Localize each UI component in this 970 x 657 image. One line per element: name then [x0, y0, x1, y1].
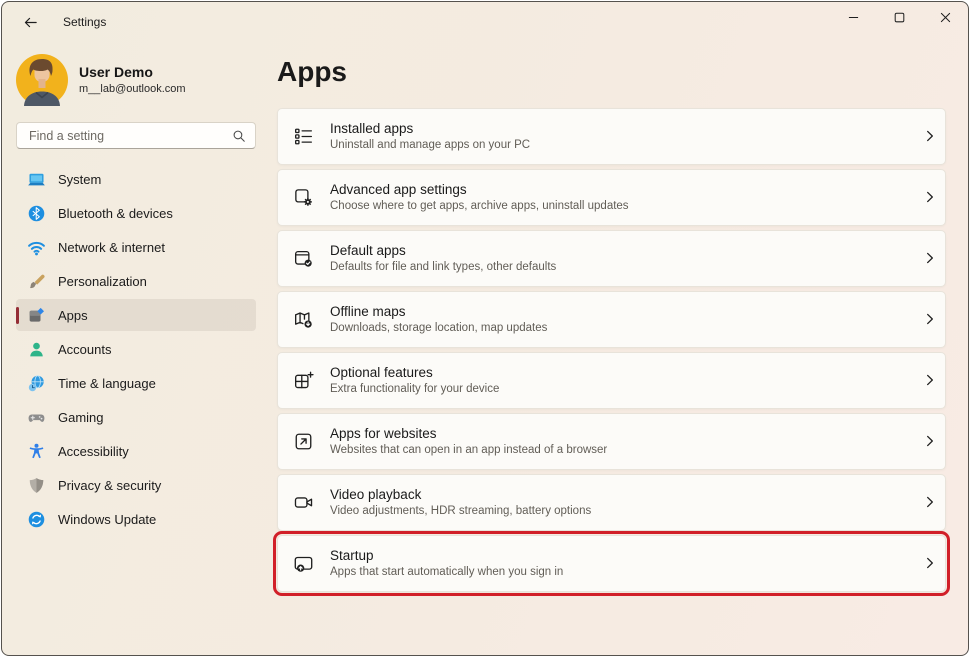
card-subtitle: Choose where to get apps, archive apps, …	[330, 200, 629, 212]
card-subtitle: Extra functionality for your device	[330, 383, 499, 395]
accounts-icon	[27, 340, 46, 359]
selected-accent-bar	[16, 307, 19, 324]
settings-card-list: Installed apps Uninstall and manage apps…	[277, 108, 946, 592]
close-button[interactable]	[922, 2, 968, 33]
card-title: Optional features	[330, 365, 499, 380]
chevron-right-icon	[925, 432, 935, 450]
sidebar-item-label: Personalization	[58, 274, 147, 289]
sidebar-item-bluetooth-devices[interactable]: Bluetooth & devices	[16, 197, 256, 229]
apps-icon	[27, 306, 46, 325]
system-icon	[27, 170, 46, 189]
card-title: Advanced app settings	[330, 182, 629, 197]
gaming-icon	[27, 408, 46, 427]
chevron-right-icon	[925, 249, 935, 267]
main-content: Apps Installed apps Uninstall and manage…	[270, 42, 968, 655]
sidebar-item-gaming[interactable]: Gaming	[16, 401, 256, 433]
optional-features-icon	[293, 370, 314, 391]
search-box	[16, 122, 256, 149]
sidebar-item-privacy-security[interactable]: Privacy & security	[16, 469, 256, 501]
settings-card-apps-for-websites[interactable]: Apps for websites Websites that can open…	[277, 413, 946, 470]
card-title: Video playback	[330, 487, 591, 502]
sidebar-item-accounts[interactable]: Accounts	[16, 333, 256, 365]
offline-maps-icon	[293, 309, 314, 330]
avatar-user-icon	[16, 54, 68, 106]
sidebar-item-apps[interactable]: Apps	[16, 299, 256, 331]
sidebar-item-label: Windows Update	[58, 512, 156, 527]
sidebar-item-system[interactable]: System	[16, 163, 256, 195]
card-title: Installed apps	[330, 121, 530, 136]
sidebar-item-label: Accounts	[58, 342, 111, 357]
accessibility-icon	[27, 442, 46, 461]
page-title: Apps	[277, 55, 946, 89]
installed-apps-icon	[293, 126, 314, 147]
personalization-icon	[27, 272, 46, 291]
sidebar-nav: System Bluetooth & devices Network & int…	[16, 163, 256, 537]
apps-for-websites-icon	[293, 431, 314, 452]
card-title: Apps for websites	[330, 426, 607, 441]
card-subtitle: Downloads, storage location, map updates	[330, 322, 547, 334]
sidebar-item-personalization[interactable]: Personalization	[16, 265, 256, 297]
sidebar-item-label: Time & language	[58, 376, 156, 391]
window-controls	[830, 2, 968, 33]
close-icon	[940, 12, 951, 23]
time-language-icon	[27, 374, 46, 393]
settings-card-startup[interactable]: Startup Apps that start automatically wh…	[277, 535, 946, 592]
card-subtitle: Defaults for file and link types, other …	[330, 261, 556, 273]
sidebar-item-accessibility[interactable]: Accessibility	[16, 435, 256, 467]
settings-window: Settings User Demo m__lab@outlook.com	[1, 1, 969, 656]
startup-icon	[293, 553, 314, 574]
default-apps-icon	[293, 248, 314, 269]
settings-card-installed-apps[interactable]: Installed apps Uninstall and manage apps…	[277, 108, 946, 165]
settings-card-video-playback[interactable]: Video playback Video adjustments, HDR st…	[277, 474, 946, 531]
bluetooth-icon	[27, 204, 46, 223]
settings-card-optional-features[interactable]: Optional features Extra functionality fo…	[277, 352, 946, 409]
chevron-right-icon	[925, 371, 935, 389]
sidebar-item-label: Network & internet	[58, 240, 165, 255]
sidebar-item-label: System	[58, 172, 101, 187]
sidebar: User Demo m__lab@outlook.com System B	[2, 42, 270, 655]
privacy-icon	[27, 476, 46, 495]
card-title: Startup	[330, 548, 563, 563]
minimize-icon	[848, 12, 859, 23]
search-input[interactable]	[27, 128, 232, 144]
sidebar-item-windows-update[interactable]: Windows Update	[16, 503, 256, 535]
sidebar-item-network-internet[interactable]: Network & internet	[16, 231, 256, 263]
card-title: Offline maps	[330, 304, 547, 319]
chevron-right-icon	[925, 493, 935, 511]
user-name: User Demo	[79, 64, 186, 82]
chevron-right-icon	[925, 554, 935, 572]
minimize-button[interactable]	[830, 2, 876, 33]
video-playback-icon	[293, 492, 314, 513]
sidebar-item-label: Accessibility	[58, 444, 129, 459]
sidebar-item-time-language[interactable]: Time & language	[16, 367, 256, 399]
sidebar-item-label: Gaming	[58, 410, 104, 425]
settings-card-default-apps[interactable]: Default apps Defaults for file and link …	[277, 230, 946, 287]
sidebar-item-label: Privacy & security	[58, 478, 161, 493]
card-subtitle: Uninstall and manage apps on your PC	[330, 139, 530, 151]
settings-card-offline-maps[interactable]: Offline maps Downloads, storage location…	[277, 291, 946, 348]
back-arrow-icon	[23, 15, 38, 30]
settings-card-advanced-app-settings[interactable]: Advanced app settings Choose where to ge…	[277, 169, 946, 226]
back-button[interactable]	[17, 9, 43, 35]
windows-update-icon	[27, 510, 46, 529]
maximize-icon	[894, 12, 905, 23]
user-profile[interactable]: User Demo m__lab@outlook.com	[16, 54, 256, 106]
sidebar-item-label: Bluetooth & devices	[58, 206, 173, 221]
search-icon	[232, 129, 246, 143]
network-icon	[27, 238, 46, 257]
card-subtitle: Apps that start automatically when you s…	[330, 566, 563, 578]
title-bar: Settings	[2, 2, 968, 42]
card-title: Default apps	[330, 243, 556, 258]
card-subtitle: Websites that can open in an app instead…	[330, 444, 607, 456]
window-title: Settings	[63, 15, 106, 29]
user-email: m__lab@outlook.com	[79, 82, 186, 96]
chevron-right-icon	[925, 188, 935, 206]
chevron-right-icon	[925, 310, 935, 328]
advanced-app-settings-icon	[293, 187, 314, 208]
maximize-button[interactable]	[876, 2, 922, 33]
card-subtitle: Video adjustments, HDR streaming, batter…	[330, 505, 591, 517]
chevron-right-icon	[925, 127, 935, 145]
sidebar-item-label: Apps	[58, 308, 88, 323]
